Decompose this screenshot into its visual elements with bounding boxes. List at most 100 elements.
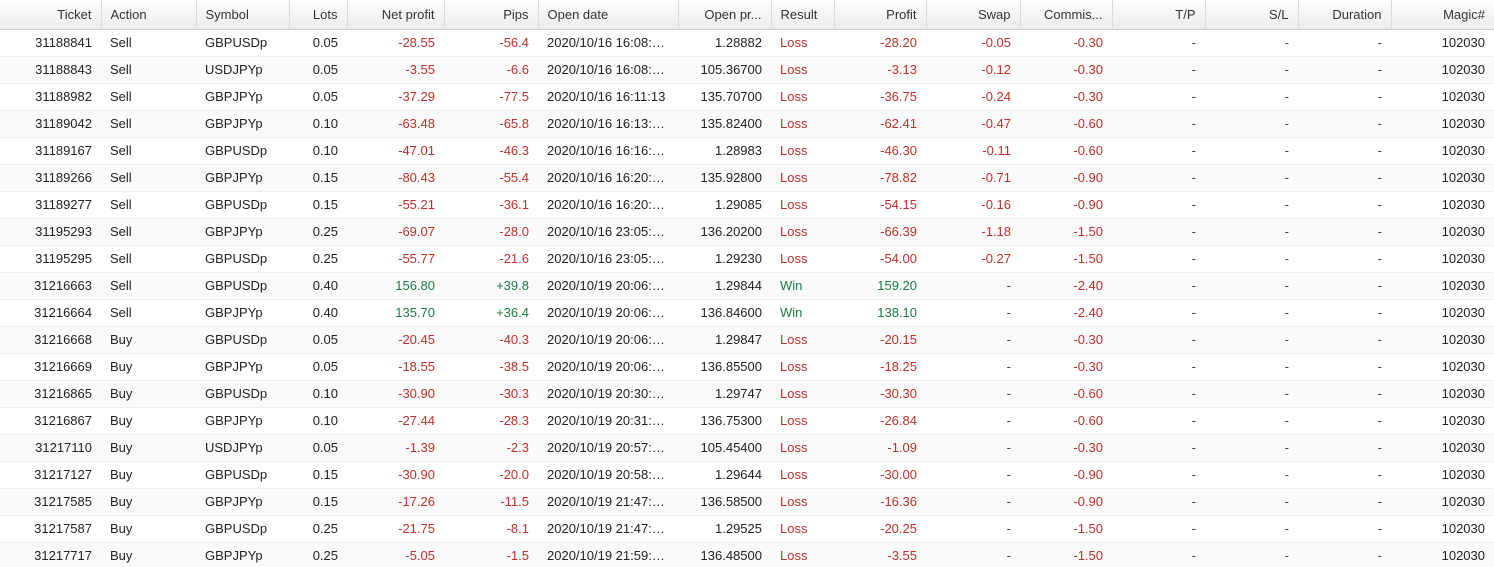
table-row[interactable]: 31189167 Sell GBPUSDp 0.10 -47.01 -46.3 2020/1… xyxy=(0,137,1494,165)
table-row[interactable]: 31217127 Buy GBPUSDp 0.15 -30.90 -20.0 2020/10… xyxy=(0,461,1494,489)
cell-symbol: GBPUSDp xyxy=(196,245,289,273)
cell-ticket: 31217717 xyxy=(0,542,101,567)
cell-sl: - xyxy=(1205,407,1298,435)
column-header-swap[interactable]: Swap xyxy=(926,0,1021,30)
cell-swap: -1.18 xyxy=(926,218,1020,246)
column-header-action[interactable]: Action xyxy=(101,0,197,30)
cell-profit: -36.75 xyxy=(834,83,926,111)
cell-sl: - xyxy=(1205,326,1298,354)
cell-profit: -66.39 xyxy=(834,218,926,246)
cell-action: Buy xyxy=(101,542,196,567)
cell-sl: - xyxy=(1205,218,1298,246)
cell-magic: 102030 xyxy=(1391,137,1494,165)
cell-action: Sell xyxy=(101,29,196,57)
column-header-magic[interactable]: Magic# xyxy=(1391,0,1494,30)
table-row[interactable]: 31216663 Sell GBPUSDp 0.40 156.80 +39.8 2020/1… xyxy=(0,272,1494,300)
cell-swap: -0.11 xyxy=(926,137,1020,165)
column-header-net_profit[interactable]: Net profit xyxy=(347,0,445,30)
cell-sl: - xyxy=(1205,245,1298,273)
cell-ticket: 31216669 xyxy=(0,353,101,381)
cell-ticket: 31217127 xyxy=(0,461,101,489)
cell-symbol: GBPJPYp xyxy=(196,218,289,246)
cell-net_profit: -63.48 xyxy=(347,110,444,138)
table-header: Ticket Action Symbol Lots Net profit Pips Open… xyxy=(0,0,1494,30)
cell-duration: - xyxy=(1298,434,1391,462)
cell-profit: -26.84 xyxy=(834,407,926,435)
table-row[interactable]: 31195293 Sell GBPJPYp 0.25 -69.07 -28.0 2020/1… xyxy=(0,218,1494,246)
table-row[interactable]: 31216865 Buy GBPUSDp 0.10 -30.90 -30.3 2020/10… xyxy=(0,380,1494,408)
cell-action: Buy xyxy=(101,461,196,489)
cell-symbol: GBPUSDp xyxy=(196,515,289,543)
column-header-ticket[interactable]: Ticket xyxy=(0,0,102,30)
cell-commission: -0.30 xyxy=(1020,29,1112,57)
cell-tp: - xyxy=(1112,326,1205,354)
table-row[interactable]: 31217587 Buy GBPUSDp 0.25 -21.75 -8.1 2020/10/… xyxy=(0,515,1494,543)
cell-result: Loss xyxy=(771,434,834,462)
cell-pips: -8.1 xyxy=(444,515,538,543)
cell-profit: -62.41 xyxy=(834,110,926,138)
trade-history-table: Ticket Action Symbol Lots Net profit Pips Open… xyxy=(0,0,1494,567)
column-header-profit[interactable]: Profit xyxy=(834,0,927,30)
cell-magic: 102030 xyxy=(1391,164,1494,192)
table-row[interactable]: 31217110 Buy USDJPYp 0.05 -1.39 -2.3 2020/10/1… xyxy=(0,434,1494,462)
cell-tp: - xyxy=(1112,434,1205,462)
table-row[interactable]: 31188843 Sell USDJPYp 0.05 -3.55 -6.6 2020/10/… xyxy=(0,56,1494,84)
cell-swap: -0.27 xyxy=(926,245,1020,273)
cell-duration: - xyxy=(1298,56,1391,84)
cell-lots: 0.15 xyxy=(289,164,347,192)
column-header-duration[interactable]: Duration xyxy=(1298,0,1392,30)
cell-pips: +39.8 xyxy=(444,272,538,300)
cell-sl: - xyxy=(1205,137,1298,165)
table-row[interactable]: 31217717 Buy GBPJPYp 0.25 -5.05 -1.5 2020/10/1… xyxy=(0,542,1494,567)
cell-open_date: 2020/10/16 16:20:… xyxy=(538,191,678,219)
cell-magic: 102030 xyxy=(1391,407,1494,435)
cell-symbol: GBPUSDp xyxy=(196,272,289,300)
column-header-pips[interactable]: Pips xyxy=(444,0,539,30)
cell-result: Loss xyxy=(771,191,834,219)
cell-magic: 102030 xyxy=(1391,56,1494,84)
table-row[interactable]: 31188982 Sell GBPJPYp 0.05 -37.29 -77.5 2020/1… xyxy=(0,83,1494,111)
cell-swap: - xyxy=(926,326,1020,354)
column-header-tp[interactable]: T/P xyxy=(1112,0,1206,30)
cell-result: Win xyxy=(771,272,834,300)
cell-profit: -1.09 xyxy=(834,434,926,462)
cell-tp: - xyxy=(1112,272,1205,300)
table-row[interactable]: 31189277 Sell GBPUSDp 0.15 -55.21 -36.1 2020/1… xyxy=(0,191,1494,219)
table-row[interactable]: 31216669 Buy GBPJPYp 0.05 -18.55 -38.5 2020/10… xyxy=(0,353,1494,381)
column-header-open_price[interactable]: Open pr... xyxy=(678,0,772,30)
table-row[interactable]: 31216867 Buy GBPJPYp 0.10 -27.44 -28.3 2020/10… xyxy=(0,407,1494,435)
cell-tp: - xyxy=(1112,542,1205,567)
table-row[interactable]: 31189042 Sell GBPJPYp 0.10 -63.48 -65.8 2020/1… xyxy=(0,110,1494,138)
cell-symbol: GBPUSDp xyxy=(196,29,289,57)
cell-swap: - xyxy=(926,353,1020,381)
cell-net_profit: -47.01 xyxy=(347,137,444,165)
table-row[interactable]: 31217585 Buy GBPJPYp 0.15 -17.26 -11.5 2020/10… xyxy=(0,488,1494,516)
column-header-open_date[interactable]: Open date xyxy=(538,0,679,30)
cell-profit: -28.20 xyxy=(834,29,926,57)
column-header-symbol[interactable]: Symbol xyxy=(196,0,290,30)
cell-lots: 0.05 xyxy=(289,434,347,462)
table-row[interactable]: 31216664 Sell GBPJPYp 0.40 135.70 +36.4 2020/1… xyxy=(0,299,1494,327)
cell-open_price: 105.36700 xyxy=(678,56,771,84)
column-header-lots[interactable]: Lots xyxy=(289,0,348,30)
cell-open_date: 2020/10/19 20:06:… xyxy=(538,272,678,300)
table-row[interactable]: 31195295 Sell GBPUSDp 0.25 -55.77 -21.6 2020/1… xyxy=(0,245,1494,273)
table-row[interactable]: 31216668 Buy GBPUSDp 0.05 -20.45 -40.3 2020/10… xyxy=(0,326,1494,354)
cell-commission: -1.50 xyxy=(1020,515,1112,543)
cell-open_date: 2020/10/16 16:16:… xyxy=(538,137,678,165)
cell-action: Buy xyxy=(101,380,196,408)
cell-swap: - xyxy=(926,434,1020,462)
cell-ticket: 31195295 xyxy=(0,245,101,273)
cell-tp: - xyxy=(1112,488,1205,516)
column-header-sl[interactable]: S/L xyxy=(1205,0,1299,30)
table-row[interactable]: 31188841 Sell GBPUSDp 0.05 -28.55 -56.4 2020/1… xyxy=(0,29,1494,57)
column-header-result[interactable]: Result xyxy=(771,0,835,30)
cell-swap: -0.16 xyxy=(926,191,1020,219)
column-header-commission[interactable]: Commis... xyxy=(1020,0,1113,30)
table-row[interactable]: 31189266 Sell GBPJPYp 0.15 -80.43 -55.4 2020/1… xyxy=(0,164,1494,192)
cell-ticket: 31189167 xyxy=(0,137,101,165)
cell-ticket: 31216867 xyxy=(0,407,101,435)
cell-ticket: 31216664 xyxy=(0,299,101,327)
cell-duration: - xyxy=(1298,29,1391,57)
cell-swap: - xyxy=(926,380,1020,408)
